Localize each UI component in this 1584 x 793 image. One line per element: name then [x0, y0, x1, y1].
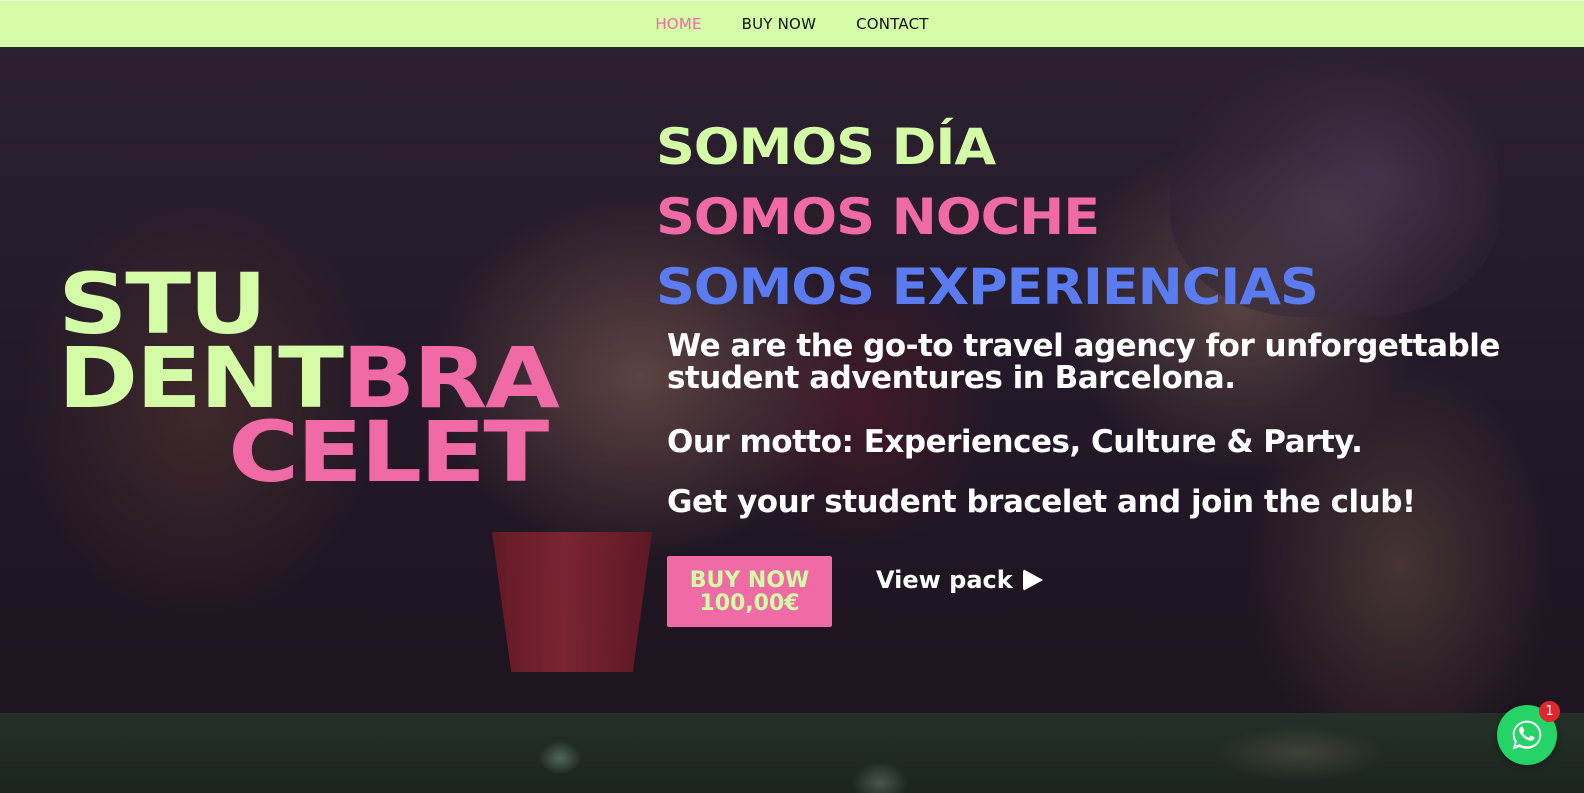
studentbracelet-logo: STU DENTBRA CELET — [58, 262, 560, 494]
slogan-night: SOMOS NOCHE — [656, 188, 1100, 246]
play-icon — [1022, 569, 1043, 591]
nav-home[interactable]: HOME — [655, 15, 701, 33]
whatsapp-icon — [1512, 720, 1542, 750]
hero-slogans: SOMOS DÍA SOMOS NOCHE SOMOS EXPERIENCIAS — [656, 112, 1319, 322]
intro-text: We are the go-to travel agency for unfor… — [667, 328, 1500, 396]
slogan-day: SOMOS DÍA — [656, 118, 996, 176]
next-section-preview — [0, 713, 1584, 793]
top-navigation: HOME BUY NOW CONTACT — [0, 0, 1584, 47]
motto-text: Our motto: Experiences, Culture & Party. — [667, 424, 1363, 460]
view-pack-link[interactable]: View pack — [876, 564, 1043, 596]
hero-copy: We are the go-to travel agency for unfor… — [667, 330, 1547, 522]
buy-now-price: 100,00€ — [699, 590, 800, 616]
buy-now-label: BUY NOW — [689, 567, 810, 593]
nav-buy-now[interactable]: BUY NOW — [742, 15, 816, 33]
cta-text: Get your student bracelet and join the c… — [667, 484, 1416, 520]
hero-background-red-cup — [492, 532, 652, 672]
logo-line-3: CELET — [228, 402, 549, 501]
nav-contact[interactable]: CONTACT — [856, 15, 929, 33]
view-pack-label: View pack — [876, 566, 1013, 594]
slogan-experiences: SOMOS EXPERIENCIAS — [656, 258, 1319, 316]
buy-now-button[interactable]: BUY NOW 100,00€ — [667, 556, 832, 627]
whatsapp-notification-badge: 1 — [1539, 701, 1560, 722]
